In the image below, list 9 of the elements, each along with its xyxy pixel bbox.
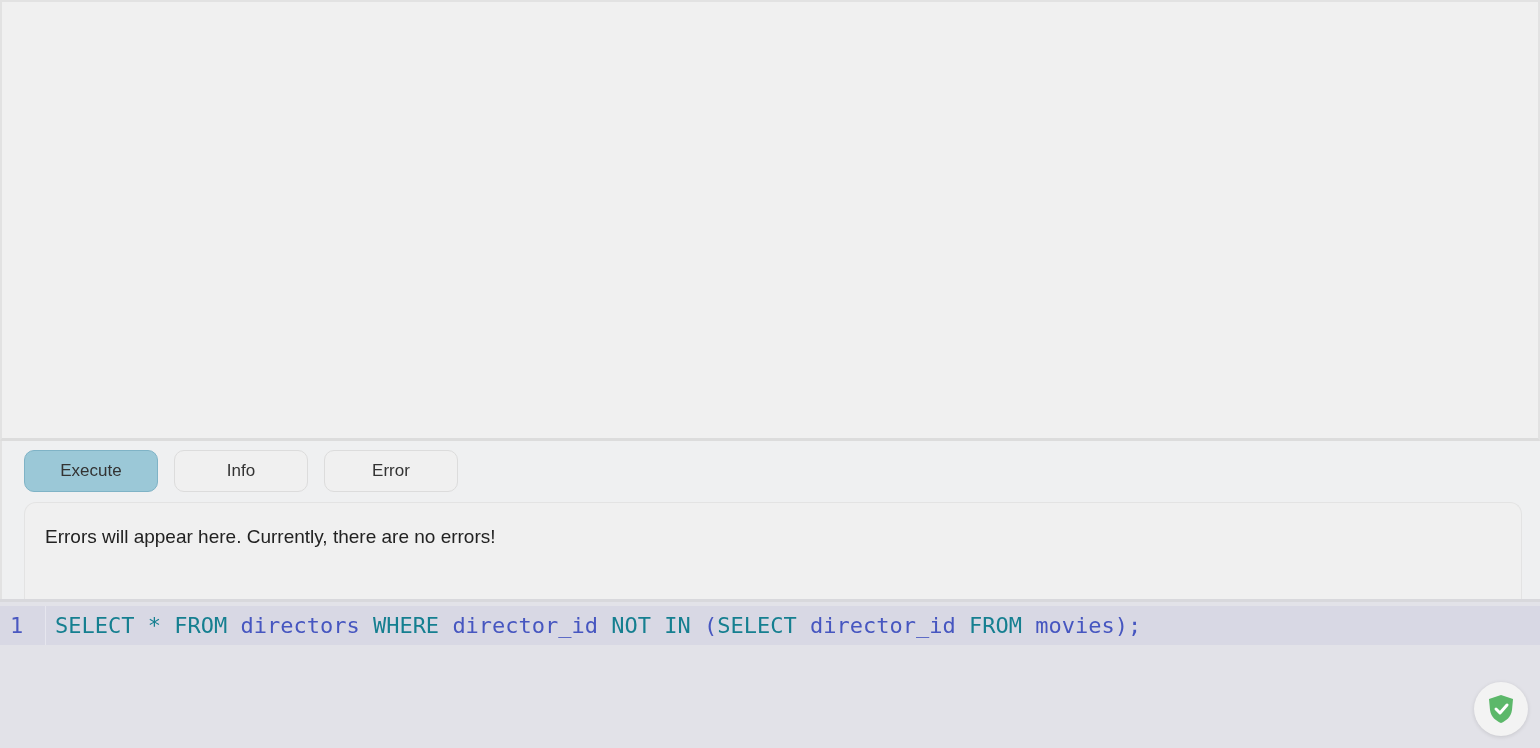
shield-check-icon [1487,694,1515,724]
status-button[interactable] [1474,682,1528,736]
line-number: 1 [0,606,46,645]
code-line: SELECT * FROM directors WHERE director_id NOT IN (SELECT director_id FROM movies); [54,612,1142,640]
tab[interactable]: Execute [24,450,158,492]
tab[interactable]: Info [174,450,308,492]
tab[interactable]: Error [324,450,458,492]
message-text: Errors will appear here. Currently, there are no errors! [45,526,496,547]
code-editor[interactable]: 1 SELECT * FROM directors WHERE director_id NOT IN (SELECT director_id FROM movies); [0,599,1540,748]
